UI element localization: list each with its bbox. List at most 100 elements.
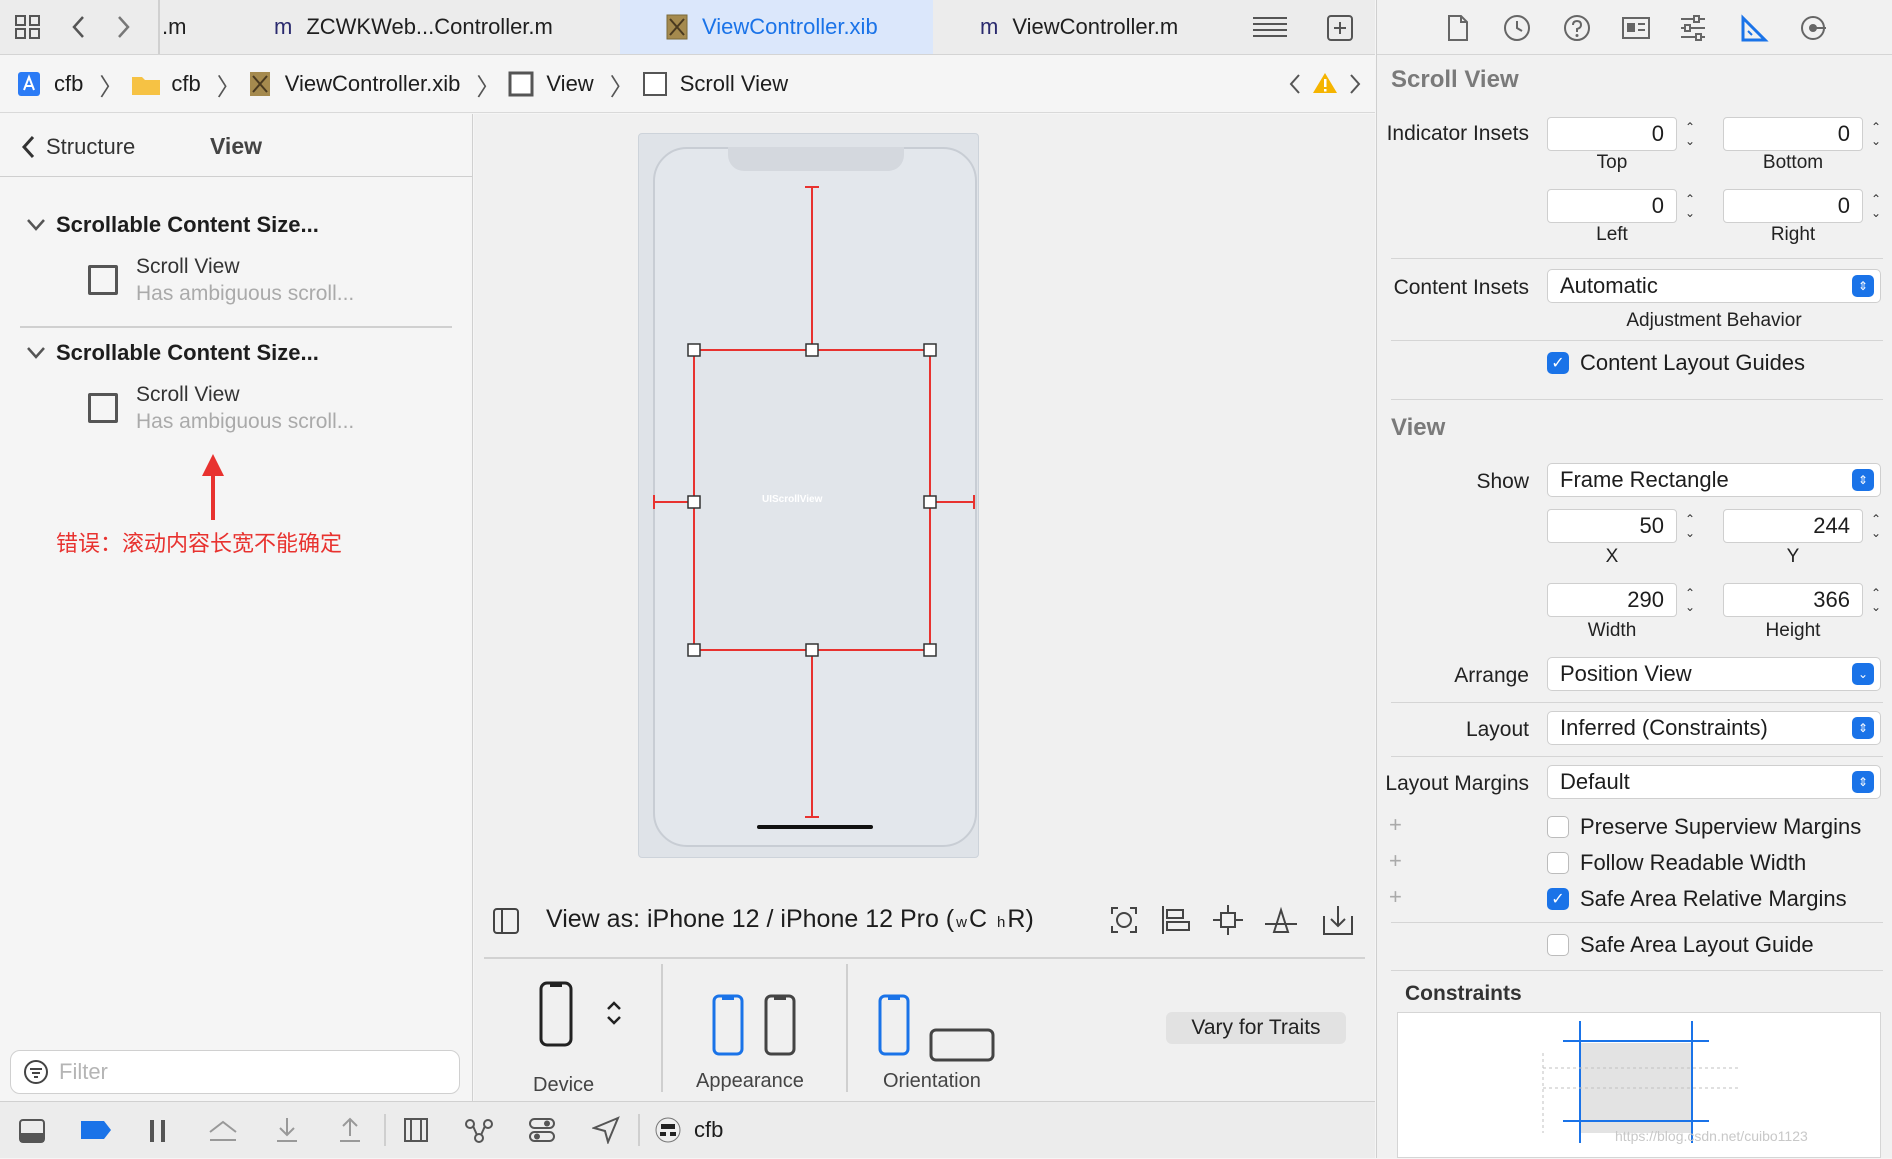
filter-field[interactable]: Filter: [10, 1050, 460, 1094]
tab-m-file[interactable]: .m: [162, 0, 222, 54]
indicator-left-stepper[interactable]: ⌃ ⌄: [1681, 188, 1699, 224]
size-class-h: h: [997, 914, 1006, 931]
config-divider: [484, 957, 1365, 959]
issue-item[interactable]: Scroll View Has ambiguous scroll...: [88, 255, 354, 306]
issue-group[interactable]: Scrollable Content Size...: [26, 212, 319, 238]
environment-overrides-icon[interactable]: [528, 1116, 556, 1144]
appearance-light-icon[interactable]: [712, 994, 744, 1056]
tab-viewcontroller-xib[interactable]: ViewController.xib: [620, 0, 933, 54]
indicator-bottom-field[interactable]: 0: [1723, 117, 1863, 151]
editor-options-icon[interactable]: [1252, 16, 1288, 38]
add-constraints-icon[interactable]: [1212, 904, 1244, 936]
content-layout-guides-checkbox[interactable]: ✓ Content Layout Guides: [1547, 350, 1805, 376]
plus-icon[interactable]: +: [1389, 848, 1402, 874]
breakpoints-icon[interactable]: [80, 1120, 112, 1140]
document-outline-toggle-icon[interactable]: [492, 907, 520, 935]
height-stepper[interactable]: ⌃ ⌄: [1867, 582, 1885, 618]
tab-viewcontroller-m[interactable]: m ViewController.m: [980, 0, 1240, 54]
plus-icon[interactable]: +: [1389, 812, 1402, 838]
identity-inspector-icon[interactable]: [1621, 14, 1651, 42]
tab-zcwkweb-controller[interactable]: m ZCWKWeb...Controller.m: [274, 0, 574, 54]
safe-area-layout-guide-checkbox[interactable]: Safe Area Layout Guide: [1547, 932, 1814, 958]
inspector-divider: [1391, 922, 1883, 923]
issue-group[interactable]: Scrollable Content Size...: [26, 340, 319, 366]
issue-item[interactable]: Scroll View Has ambiguous scroll...: [88, 383, 354, 434]
popup-chevron-icon: ⇕: [1852, 275, 1874, 297]
appearance-dark-icon[interactable]: [764, 994, 796, 1056]
top-label: Top: [1596, 152, 1628, 173]
scheme-target[interactable]: cfb: [654, 1116, 723, 1144]
help-inspector-icon[interactable]: [1563, 14, 1591, 42]
warning-icon[interactable]: [1312, 71, 1338, 95]
step-into-icon[interactable]: [274, 1116, 300, 1144]
y-field[interactable]: 244: [1723, 509, 1863, 543]
indicator-bottom-stepper[interactable]: ⌃ ⌄: [1867, 116, 1885, 152]
breadcrumb-scroll-view[interactable]: Scroll View: [642, 71, 788, 97]
layout-value: Inferred (Constraints): [1560, 715, 1768, 740]
size-inspector-icon[interactable]: [1741, 14, 1769, 42]
view-debugger-icon[interactable]: [402, 1116, 430, 1144]
chevron-down-icon[interactable]: [26, 346, 46, 360]
checkbox-label: Follow Readable Width: [1580, 850, 1807, 875]
issue-item-title: Scroll View: [136, 255, 240, 278]
arrange-label: Arrange: [1454, 664, 1529, 687]
safe-area-relative-margins-checkbox[interactable]: ✓ Safe Area Relative Margins: [1547, 886, 1847, 912]
preserve-superview-margins-checkbox[interactable]: Preserve Superview Margins: [1547, 814, 1861, 840]
next-issue-icon[interactable]: [1348, 72, 1362, 96]
indicator-left-field[interactable]: 0: [1547, 189, 1677, 223]
show-popup[interactable]: Frame Rectangle ⇕: [1547, 463, 1881, 497]
breadcrumb-view[interactable]: View: [508, 71, 594, 97]
resolve-issues-icon[interactable]: [1264, 904, 1298, 936]
width-stepper[interactable]: ⌃ ⌄: [1681, 582, 1699, 618]
grid-icon[interactable]: [14, 14, 42, 40]
device-phone-icon[interactable]: [538, 980, 574, 1048]
attributes-inspector-icon[interactable]: [1679, 14, 1707, 42]
file-inspector-icon[interactable]: [1447, 14, 1469, 42]
height-field[interactable]: 366: [1723, 583, 1863, 617]
arrange-popup[interactable]: Position View ⌄: [1547, 657, 1881, 691]
align-icon[interactable]: [1160, 904, 1192, 936]
view-as-label[interactable]: View as: iPhone 12 / iPhone 12 Pro (w Ch R…: [546, 905, 1034, 934]
update-frames-icon[interactable]: [1108, 904, 1140, 936]
chevron-down-icon[interactable]: [26, 218, 46, 232]
back-arrow-icon[interactable]: [70, 14, 86, 40]
step-over-icon[interactable]: [208, 1118, 238, 1144]
breadcrumb-xib[interactable]: ViewController.xib: [249, 71, 460, 97]
add-editor-icon[interactable]: [1326, 14, 1354, 42]
simulate-location-icon[interactable]: [592, 1116, 620, 1144]
orientation-landscape-icon[interactable]: [929, 1028, 995, 1062]
breadcrumb-folder[interactable]: cfb: [131, 71, 201, 97]
scroll-view-icon: [642, 71, 668, 97]
step-out-icon[interactable]: [337, 1116, 363, 1144]
inspector-divider: [1391, 702, 1883, 703]
device-stepper-icon[interactable]: [606, 1000, 622, 1026]
follow-readable-width-checkbox[interactable]: Follow Readable Width: [1547, 850, 1806, 876]
connections-inspector-icon[interactable]: [1799, 14, 1827, 42]
breadcrumb-project[interactable]: cfb: [16, 70, 83, 98]
vary-for-traits-button[interactable]: Vary for Traits: [1166, 1012, 1346, 1044]
orientation-portrait-icon[interactable]: [878, 994, 910, 1056]
structure-back-button[interactable]: Structure: [20, 134, 135, 160]
memory-graph-icon[interactable]: [464, 1116, 494, 1144]
pause-icon[interactable]: [148, 1118, 168, 1144]
forward-arrow-icon[interactable]: [116, 14, 132, 40]
embed-in-icon[interactable]: [1322, 904, 1354, 936]
indicator-right-field[interactable]: 0: [1723, 189, 1863, 223]
history-inspector-icon[interactable]: [1503, 14, 1531, 42]
folder-icon: [131, 72, 161, 96]
y-stepper[interactable]: ⌃ ⌄: [1867, 508, 1885, 544]
content-insets-popup[interactable]: Automatic ⇕: [1547, 269, 1881, 303]
appearance-label: Appearance: [696, 1070, 804, 1092]
width-field[interactable]: 290: [1547, 583, 1677, 617]
plus-icon[interactable]: +: [1389, 884, 1402, 910]
prev-issue-icon[interactable]: [1288, 72, 1302, 96]
x-stepper[interactable]: ⌃ ⌄: [1681, 508, 1699, 544]
x-field[interactable]: 50: [1547, 509, 1677, 543]
hide-debug-area-icon[interactable]: [18, 1118, 46, 1144]
layout-margins-popup[interactable]: Default ⇕: [1547, 765, 1881, 799]
inspector-divider: [1391, 399, 1883, 400]
layout-popup[interactable]: Inferred (Constraints) ⇕: [1547, 711, 1881, 745]
indicator-top-stepper[interactable]: ⌃ ⌄: [1681, 116, 1699, 152]
indicator-right-stepper[interactable]: ⌃ ⌄: [1867, 188, 1885, 224]
indicator-top-field[interactable]: 0: [1547, 117, 1677, 151]
